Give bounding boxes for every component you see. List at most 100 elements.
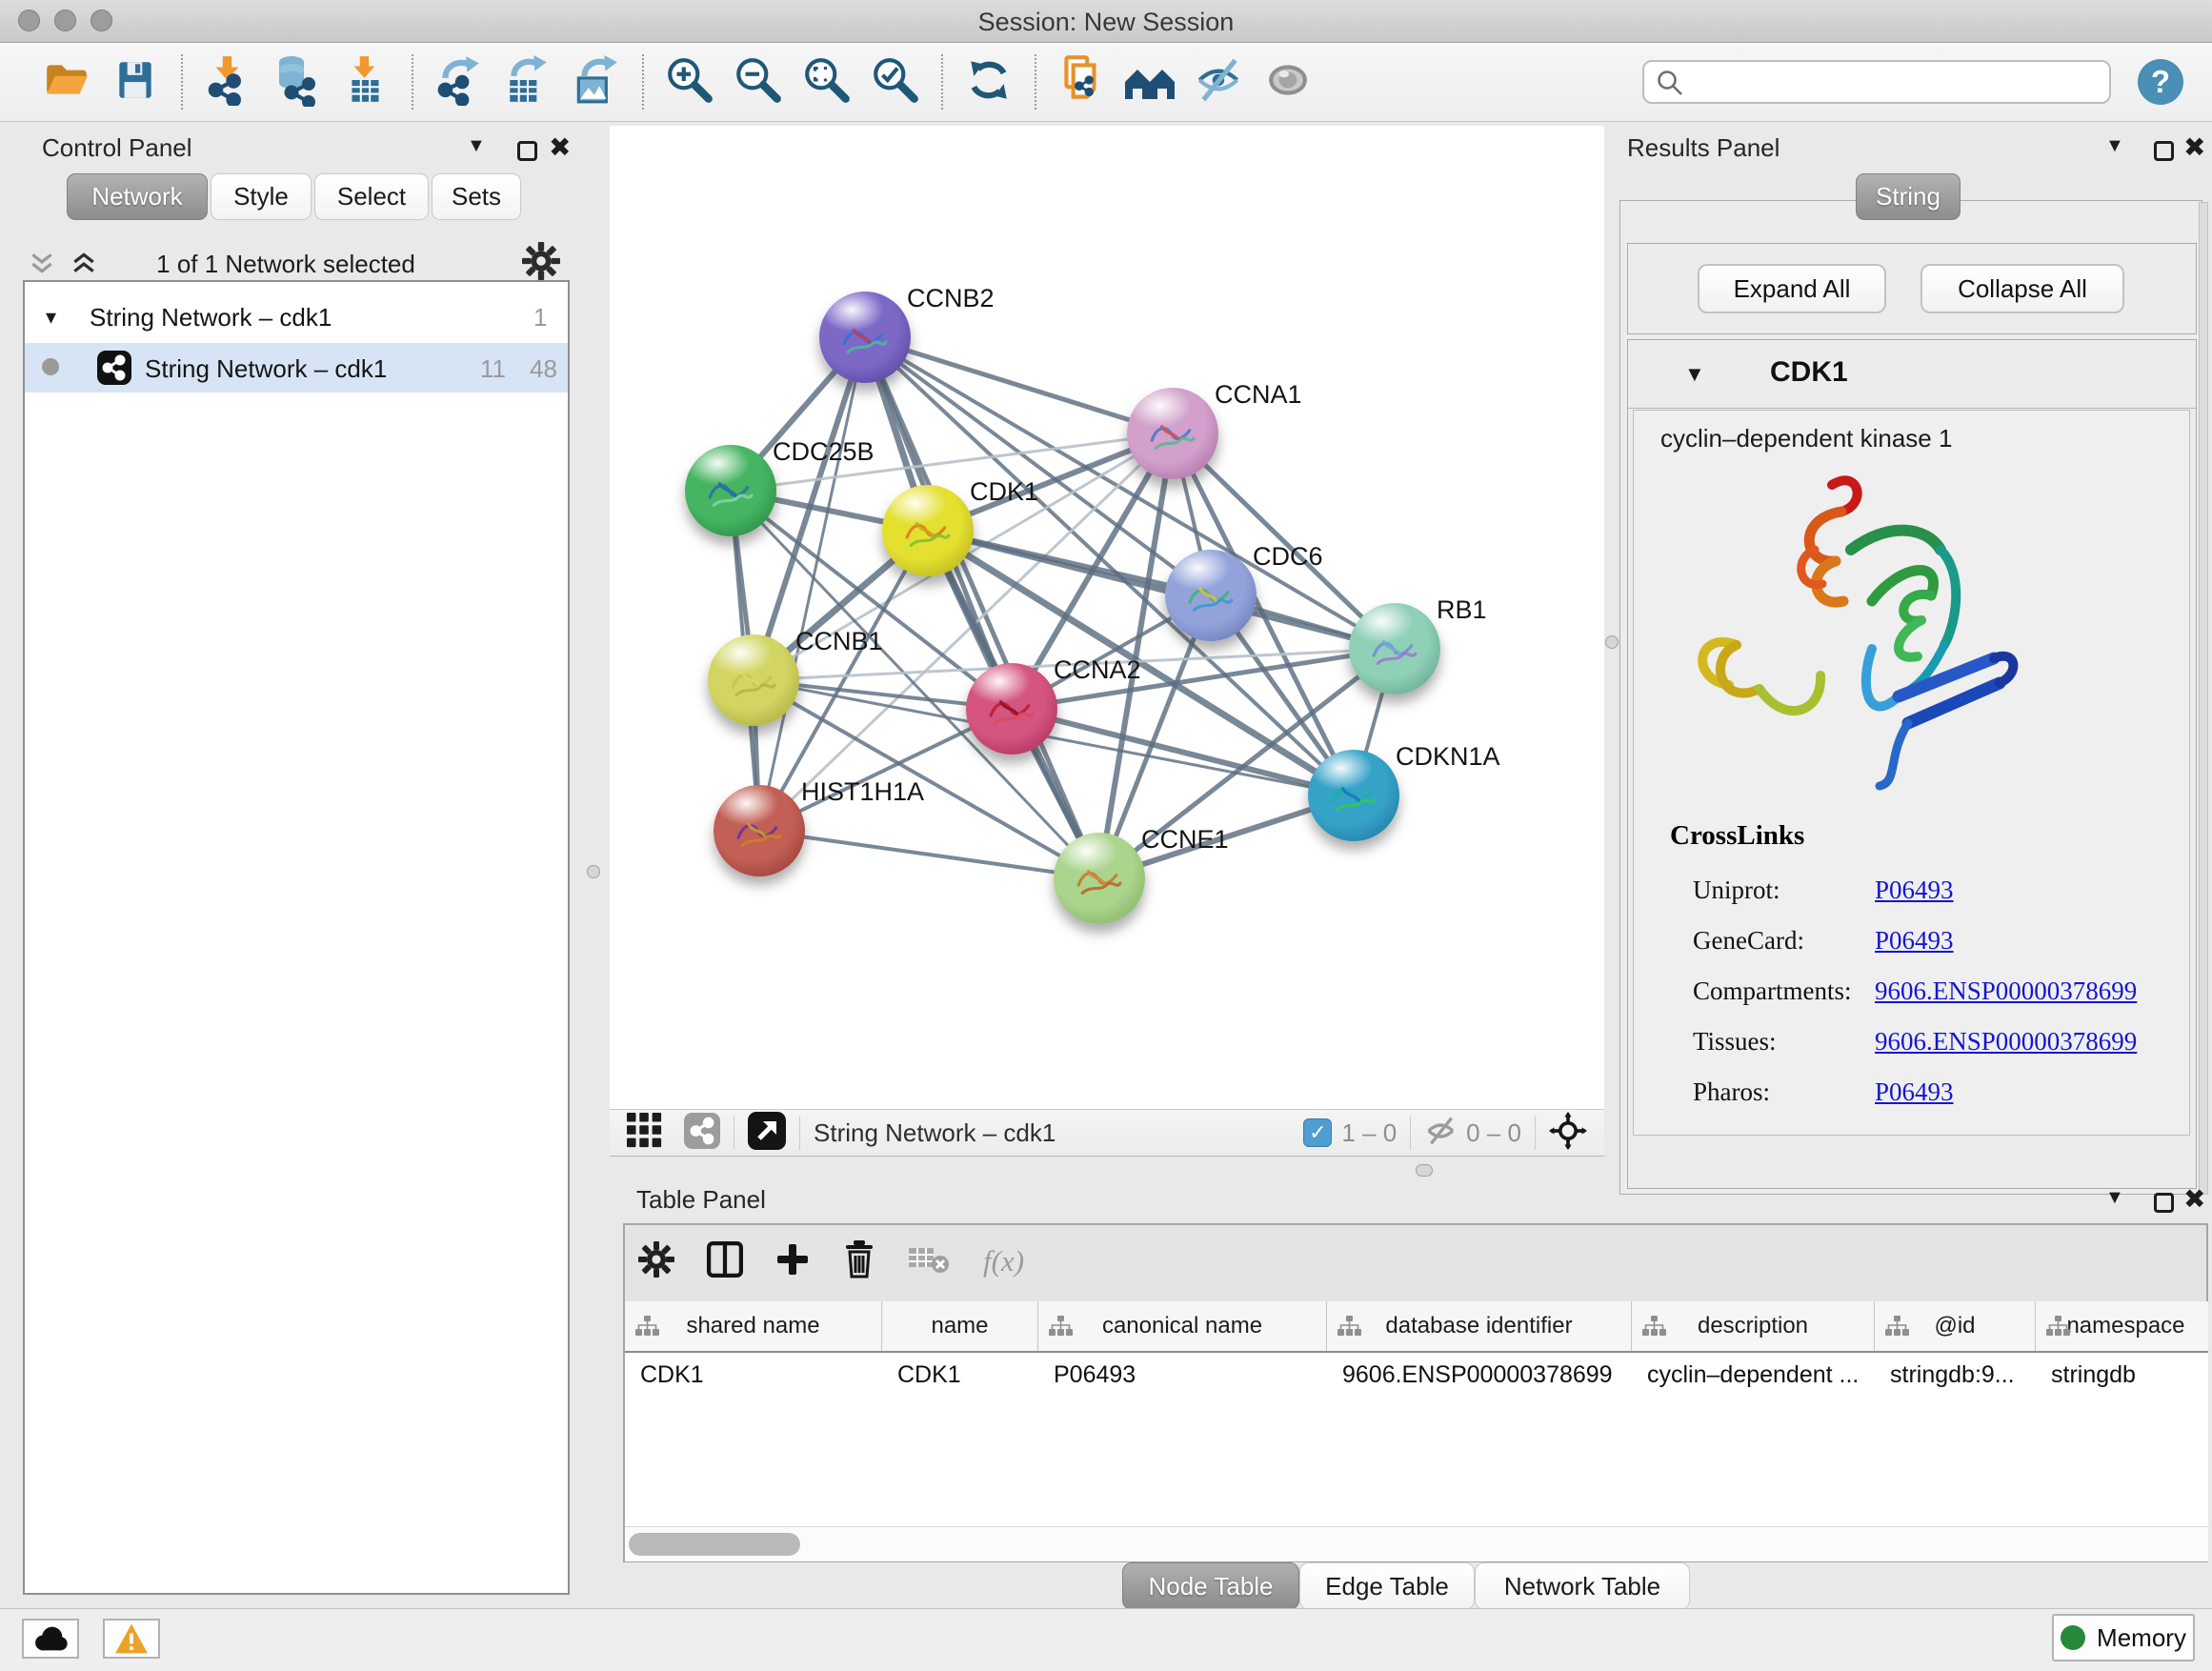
expand-all-tree-icon[interactable] — [70, 250, 97, 281]
column-header-shared-name[interactable]: shared name — [625, 1301, 882, 1351]
undock-panel-icon[interactable] — [2154, 1193, 2174, 1213]
show-columns-icon[interactable] — [707, 1241, 743, 1282]
column-header-namespace[interactable]: namespace — [2036, 1301, 2208, 1351]
undock-panel-icon[interactable] — [517, 141, 537, 161]
cloud-button[interactable] — [22, 1619, 79, 1659]
tab-style[interactable]: Style — [211, 173, 312, 220]
share-view-icon[interactable] — [684, 1113, 720, 1154]
zoom-in-button[interactable] — [655, 50, 724, 114]
column-header-database-identifier[interactable]: database identifier — [1327, 1301, 1632, 1351]
selected-checkbox[interactable]: ✓ — [1303, 1118, 1332, 1147]
zoom-out-button[interactable] — [724, 50, 793, 114]
detach-view-icon[interactable] — [748, 1112, 786, 1155]
import-table-button[interactable] — [332, 50, 400, 114]
network-node-ccna1[interactable] — [1127, 388, 1218, 479]
tab-node-table[interactable]: Node Table — [1122, 1562, 1299, 1610]
crosslink-value-link[interactable]: P06493 — [1875, 876, 1954, 905]
export-table-button[interactable] — [493, 50, 562, 114]
network-node-rb1[interactable] — [1349, 603, 1440, 695]
table-horizontal-scrollbar[interactable] — [625, 1526, 2208, 1561]
crosslink-value-link[interactable]: 9606.ENSP00000378699 — [1875, 1027, 2137, 1057]
column-header--id[interactable]: @id — [1875, 1301, 2036, 1351]
table-data-row[interactable]: CDK1CDK1P064939606.ENSP00000378699cyclin… — [625, 1353, 2208, 1397]
hide-unhide-button[interactable] — [1185, 50, 1254, 114]
tab-sets[interactable]: Sets — [432, 173, 521, 220]
zoom-selected-button[interactable] — [861, 50, 930, 114]
table-cell[interactable]: cyclin–dependent ... — [1632, 1353, 1875, 1397]
help-button[interactable]: ? — [2138, 59, 2183, 105]
close-panel-icon[interactable]: ✖ — [2183, 1183, 2205, 1215]
network-node-cdk1[interactable] — [882, 485, 974, 576]
close-panel-icon[interactable]: ✖ — [2183, 131, 2205, 163]
zoom-fit-button[interactable] — [793, 50, 861, 114]
tab-edge-table[interactable]: Edge Table — [1299, 1562, 1475, 1610]
float-panel-icon[interactable]: ▼ — [467, 135, 486, 157]
table-cell[interactable]: CDK1 — [625, 1353, 882, 1397]
network-node-cdc6[interactable] — [1165, 550, 1257, 641]
control-panel-tabs: NetworkStyleSelectSets — [67, 173, 524, 220]
network-from-file-button[interactable] — [1048, 50, 1116, 114]
import-network-file-button[interactable] — [194, 50, 263, 114]
grid-view-icon[interactable] — [627, 1113, 663, 1154]
network-edge-hist1h1a-ccne1[interactable] — [759, 831, 1099, 878]
network-collection-row[interactable]: ▾ String Network – cdk1 1 — [25, 293, 568, 343]
network-node-hist1h1a[interactable] — [714, 785, 805, 876]
network-node-cdc25b[interactable] — [685, 445, 776, 536]
network-node-ccna2[interactable] — [966, 663, 1057, 755]
network-options-gear-icon[interactable] — [522, 242, 560, 285]
close-panel-icon[interactable]: ✖ — [549, 131, 571, 163]
gene-disclosure-triangle[interactable]: ▼ — [1684, 362, 1705, 387]
network-node-ccne1[interactable] — [1054, 833, 1145, 924]
search-input[interactable] — [1642, 60, 2111, 104]
network-node-ccnb1[interactable] — [708, 634, 799, 726]
crosslink-value-link[interactable]: 9606.ENSP00000378699 — [1875, 976, 2137, 1006]
network-row-selected[interactable]: String Network – cdk1 11 48 — [25, 343, 568, 393]
table-cell[interactable]: CDK1 — [882, 1353, 1038, 1397]
add-column-icon[interactable] — [775, 1242, 810, 1281]
left-splitter-knob[interactable] — [587, 865, 600, 878]
column-header-canonical-name[interactable]: canonical name — [1038, 1301, 1327, 1351]
right-splitter-knob[interactable] — [1605, 635, 1619, 649]
table-cell[interactable]: P06493 — [1038, 1353, 1327, 1397]
open-session-button[interactable] — [32, 50, 101, 114]
tab-network-table[interactable]: Network Table — [1475, 1562, 1690, 1610]
collapse-all-tree-icon[interactable] — [29, 250, 55, 281]
crosslink-value-link[interactable]: P06493 — [1875, 1077, 1954, 1107]
results-scrollbar[interactable] — [2199, 202, 2208, 1195]
column-header-description[interactable]: description — [1632, 1301, 1875, 1351]
network-node-cdkn1a[interactable] — [1308, 750, 1399, 841]
tab-string[interactable]: String — [1856, 173, 1961, 220]
table-cell[interactable]: stringdb — [2036, 1353, 2208, 1397]
memory-button[interactable]: Memory — [2052, 1614, 2195, 1661]
expand-all-button[interactable]: Expand All — [1698, 264, 1886, 313]
column-header-name[interactable]: name — [882, 1301, 1038, 1351]
network-node-ccnb2[interactable] — [819, 292, 911, 383]
table-settings-gear-icon[interactable] — [638, 1241, 674, 1282]
network-edge-ccnb2-ccna1[interactable] — [865, 337, 1173, 433]
export-network-button[interactable] — [425, 50, 493, 114]
hidden-eye-icon[interactable] — [1424, 1116, 1458, 1151]
collection-disclosure-triangle[interactable]: ▾ — [46, 305, 56, 330]
table-cell[interactable]: stringdb:9... — [1875, 1353, 2036, 1397]
import-network-database-button[interactable] — [263, 50, 332, 114]
float-panel-icon[interactable]: ▼ — [2105, 1187, 2124, 1209]
scrollbar-thumb[interactable] — [629, 1533, 800, 1556]
tab-select[interactable]: Select — [314, 173, 429, 220]
warning-button[interactable] — [103, 1619, 160, 1659]
bottom-splitter-knob[interactable] — [1416, 1164, 1433, 1177]
network-edge-cdk1-rb1[interactable] — [928, 531, 1395, 649]
export-image-button[interactable] — [562, 50, 631, 114]
birdseye-crosshair-icon[interactable] — [1549, 1112, 1587, 1155]
delete-column-trash-icon[interactable] — [842, 1240, 876, 1283]
undock-panel-icon[interactable] — [2154, 141, 2174, 161]
refresh-layout-button[interactable] — [955, 50, 1023, 114]
network-canvas[interactable]: CCNB2CCNA1CDC25BCDK1CDC6RB1CCNB1CCNA2CDK… — [610, 126, 1604, 1109]
float-panel-icon[interactable]: ▼ — [2105, 135, 2124, 157]
graphics-details-button[interactable] — [1254, 50, 1322, 114]
table-cell[interactable]: 9606.ENSP00000378699 — [1327, 1353, 1632, 1397]
string-home-button[interactable] — [1116, 50, 1185, 114]
collapse-all-button[interactable]: Collapse All — [1920, 264, 2124, 313]
save-session-button[interactable] — [101, 50, 170, 114]
crosslink-value-link[interactable]: P06493 — [1875, 926, 1954, 956]
tab-network[interactable]: Network — [67, 173, 208, 220]
